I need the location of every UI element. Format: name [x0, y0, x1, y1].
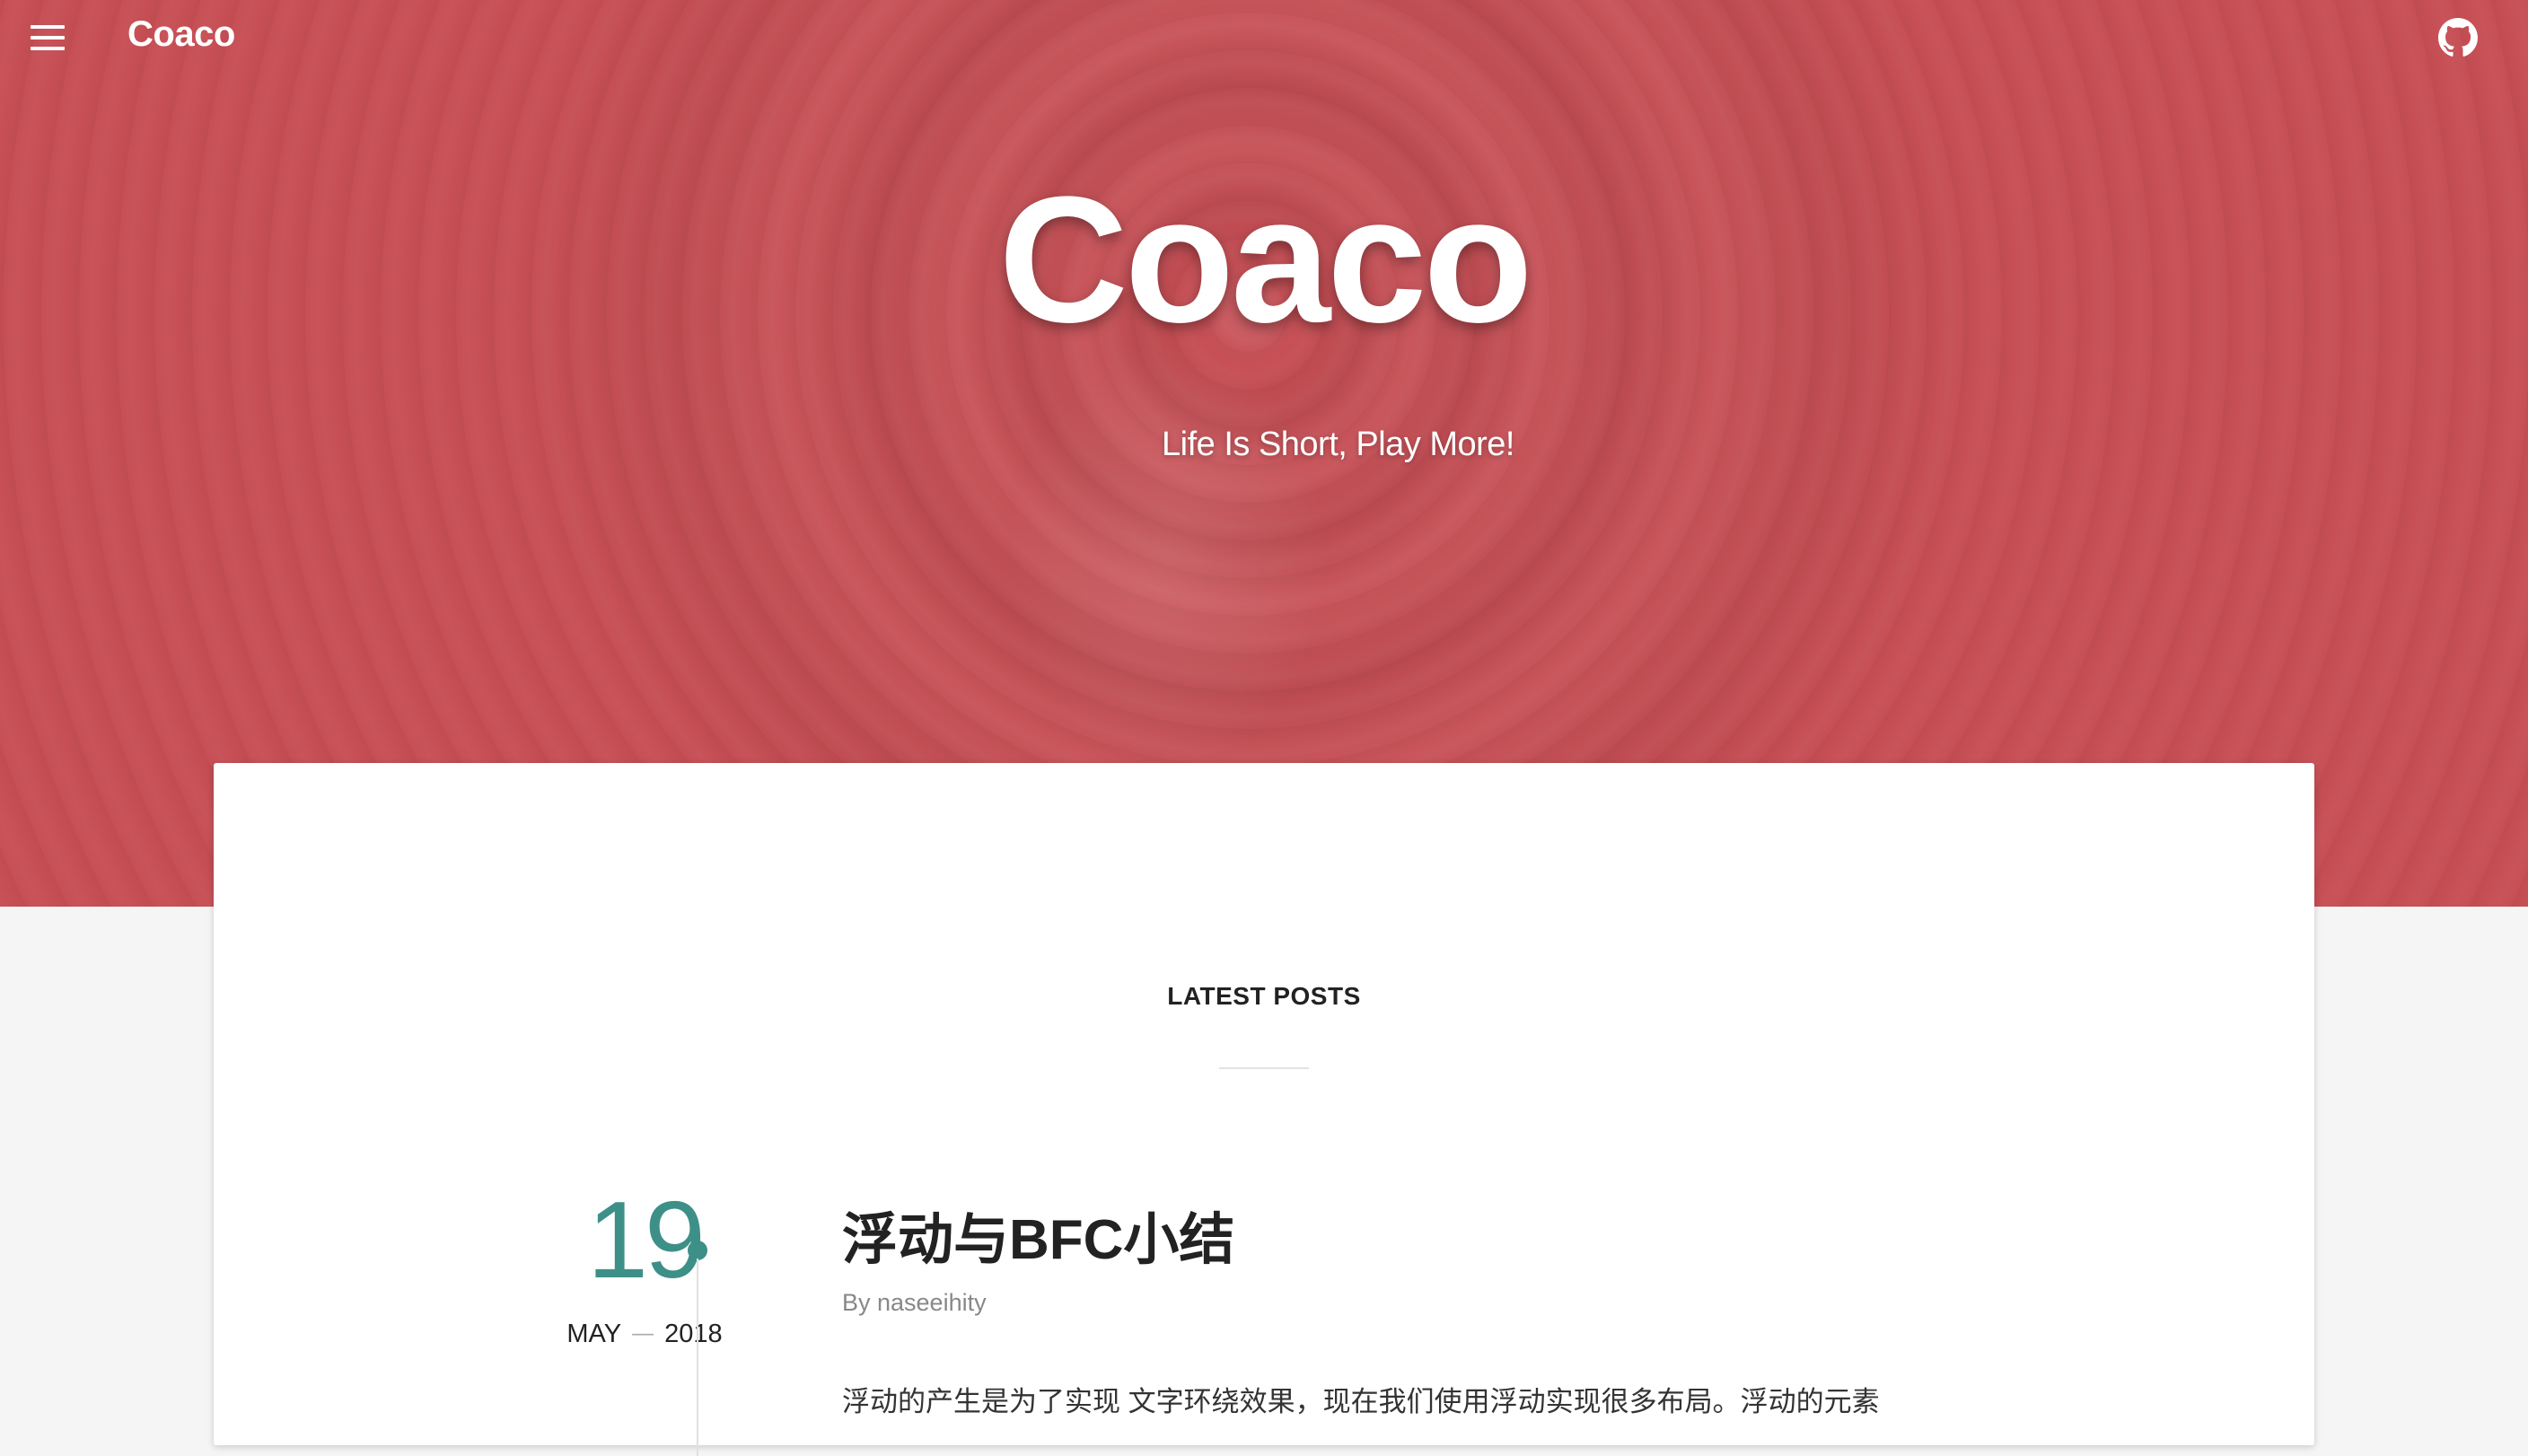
post-author: By naseeihity	[842, 1289, 987, 1316]
post-date-year: 2018	[664, 1320, 723, 1348]
section-divider	[1219, 1067, 1309, 1069]
post-date-day: 19	[587, 1179, 706, 1301]
top-navigation-bar: Coaco	[0, 0, 2528, 75]
timeline-dot	[688, 1241, 707, 1260]
posts-card: LATEST POSTS 19 MAY — 2018 浮动与BFC小结 By nas…	[214, 763, 2314, 1456]
hero-water-splash	[1005, 341, 1329, 772]
hero-title: Coaco	[998, 160, 1532, 360]
hamburger-menu-icon[interactable]	[31, 25, 65, 50]
post-date-month-year: MAY — 2018	[519, 1320, 770, 1349]
site-brand-link[interactable]: Coaco	[127, 14, 235, 55]
post-date-separator: —	[632, 1321, 654, 1346]
post-title-link[interactable]: 浮动与BFC小结	[842, 1194, 1234, 1275]
post-excerpt: 浮动的产生是为了实现 文字环绕效果，现在我们使用浮动实现很多布局。浮动的元素	[842, 1386, 1880, 1417]
hero-subtitle: Life Is Short, Play More!	[1162, 425, 1515, 463]
post-date-month: MAY	[566, 1320, 622, 1348]
timeline-line	[697, 1259, 698, 1456]
github-icon[interactable]	[2438, 18, 2478, 57]
section-heading: LATEST POSTS	[1167, 982, 1361, 1010]
